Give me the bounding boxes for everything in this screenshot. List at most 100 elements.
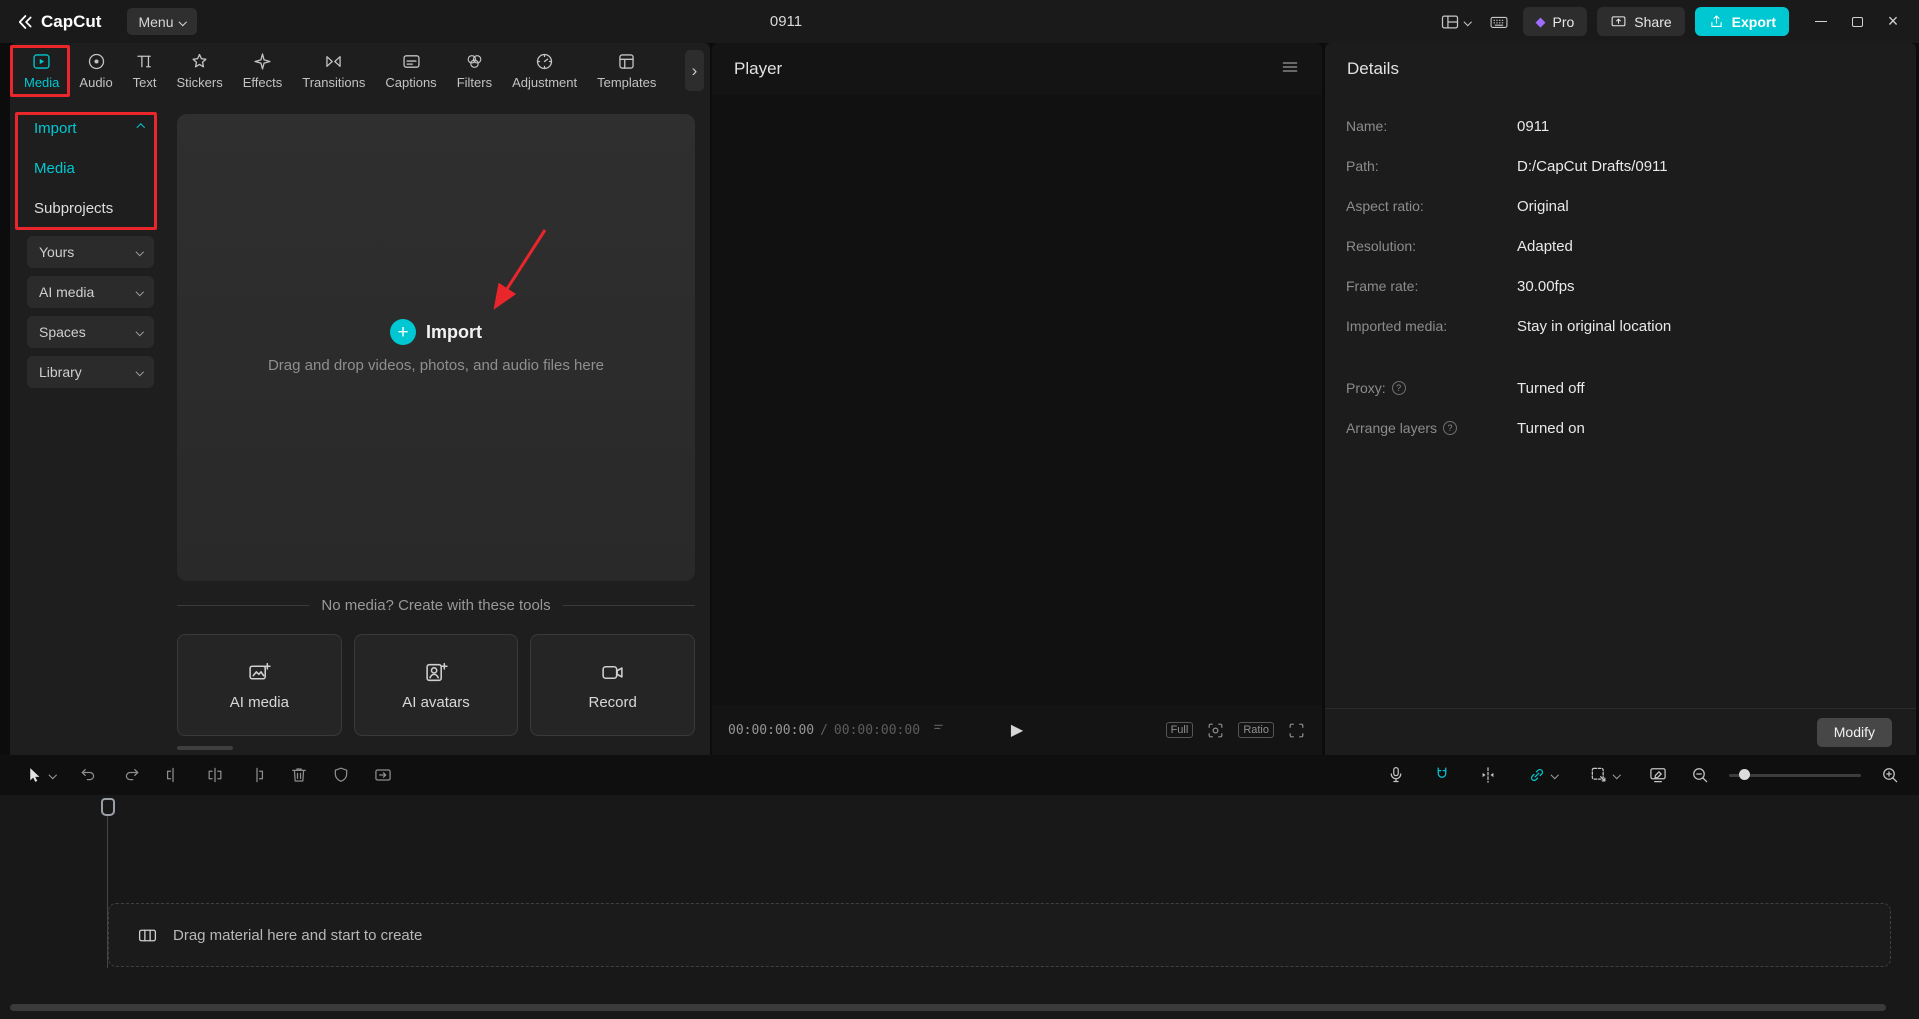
zoom-out-icon	[1693, 768, 1708, 783]
select-tool-button[interactable]	[12, 761, 68, 789]
tool-label: AI media	[229, 693, 289, 711]
zoom-slider-handle[interactable]	[1739, 769, 1750, 780]
menu-button[interactable]: Menu	[127, 8, 197, 35]
detail-value: D:/CapCut Drafts/0911	[1517, 157, 1668, 175]
player-title: Player	[734, 59, 783, 78]
export-label: Export	[1731, 13, 1776, 30]
timeline-scrollbar[interactable]	[10, 1004, 1886, 1011]
chevron-down-icon	[135, 368, 144, 376]
import-dropzone[interactable]: + Import Drag and drop videos, photos, a…	[177, 114, 695, 581]
tab-label: Adjustment	[512, 75, 578, 90]
mask-button[interactable]	[320, 761, 362, 789]
undo-button[interactable]	[68, 761, 110, 789]
tool-label: AI avatars	[402, 693, 470, 711]
tab-captions[interactable]: Captions	[375, 51, 446, 90]
split-icon	[208, 767, 222, 783]
sidebar-group-spaces[interactable]: Spaces	[27, 316, 154, 348]
sidebar-item-label: Subprojects	[34, 199, 114, 217]
magnetic-snap-toggle[interactable]	[1421, 761, 1463, 789]
chevron-down-icon	[135, 328, 144, 336]
delete-button[interactable]	[278, 761, 320, 789]
timeline-zoom-slider[interactable]	[1729, 769, 1861, 780]
sidebar-group-library[interactable]: Library	[27, 356, 154, 388]
detail-label: Proxy: ?	[1346, 380, 1517, 396]
import-button[interactable]: + Import	[177, 319, 695, 345]
record-button[interactable]: Record	[530, 634, 696, 736]
share-button[interactable]: Share	[1597, 7, 1685, 36]
selection-options-icon	[1591, 767, 1606, 782]
tab-templates[interactable]: Templates	[587, 51, 666, 90]
pro-gem-icon: ◆	[1535, 13, 1546, 29]
window-controls: ×	[1803, 7, 1911, 37]
tab-media[interactable]: Media	[14, 51, 69, 90]
ai-media-button[interactable]: AI media	[177, 634, 342, 736]
timeline-area: Drag material here and start to create	[0, 795, 1919, 1019]
sidebar-item-label: Import	[34, 119, 77, 137]
redo-button[interactable]	[110, 761, 152, 789]
sidebar-item-media[interactable]: Media	[10, 148, 160, 188]
magnet-icon	[1437, 767, 1447, 778]
media-scrollbar[interactable]	[177, 746, 233, 750]
play-button[interactable]: ▶	[1011, 720, 1023, 740]
record-camera-icon	[602, 665, 623, 679]
player-menu-button[interactable]	[1280, 57, 1300, 82]
maximize-button[interactable]	[1839, 7, 1875, 37]
tab-label: Filters	[456, 75, 493, 90]
export-button[interactable]: Export	[1694, 7, 1789, 36]
tab-text[interactable]: Text	[123, 51, 167, 90]
fullscreen-icon[interactable]	[1287, 721, 1306, 740]
voiceover-button[interactable]	[1375, 761, 1417, 789]
tab-label: Audio	[79, 75, 113, 90]
edit-cover-button[interactable]	[1637, 761, 1679, 789]
split-left-button[interactable]	[152, 761, 194, 789]
tab-effects[interactable]: Effects	[233, 51, 293, 90]
timeline-drop-target[interactable]: Drag material here and start to create	[108, 903, 1891, 967]
playhead-handle[interactable]	[101, 798, 115, 816]
full-toggle[interactable]: Full	[1165, 722, 1194, 738]
tab-transitions[interactable]: Transitions	[292, 51, 375, 90]
audio-icon	[88, 53, 104, 70]
ratio-toggle[interactable]: Ratio	[1238, 722, 1274, 738]
split-right-button[interactable]	[236, 761, 278, 789]
video-preview[interactable]	[712, 95, 1322, 705]
tab-audio[interactable]: Audio	[69, 51, 122, 90]
tools-divider: No media? Create with these tools	[177, 597, 695, 614]
info-icon[interactable]: ?	[1443, 421, 1458, 435]
tab-adjustment[interactable]: Adjustment	[502, 51, 587, 90]
tab-filters[interactable]: Filters	[447, 51, 502, 90]
focus-icon[interactable]	[1206, 721, 1225, 740]
tab-stickers[interactable]: Stickers	[167, 51, 233, 90]
tab-label: Captions	[385, 75, 437, 90]
sidebar-group-ai-media[interactable]: AI media	[27, 276, 154, 308]
detail-label: Arrange layers ?	[1346, 420, 1517, 436]
timecode-options-icon[interactable]	[932, 720, 947, 740]
close-button[interactable]: ×	[1875, 7, 1911, 37]
modify-label: Modify	[1833, 724, 1875, 740]
split-button[interactable]	[194, 761, 236, 789]
selection-options-button[interactable]	[1575, 761, 1633, 789]
sidebar-item-subprojects[interactable]: Subprojects	[10, 188, 160, 228]
zoom-out-button[interactable]	[1683, 761, 1717, 789]
minimize-button[interactable]	[1803, 7, 1839, 37]
insert-to-track-button[interactable]	[362, 761, 404, 789]
share-label: Share	[1634, 13, 1672, 30]
templates-icon	[619, 54, 634, 69]
pro-button[interactable]: ◆ Pro	[1522, 7, 1588, 36]
linkage-toggle[interactable]	[1513, 761, 1571, 789]
detail-value: Turned on	[1517, 419, 1585, 437]
ai-avatars-button[interactable]: AI avatars	[353, 634, 519, 736]
ribbon-more-button[interactable]: ›	[685, 50, 704, 91]
timeline-toolbar	[0, 755, 1919, 795]
details-panel: Details Name: 0911 Path: D:/CapCut Draft…	[1325, 43, 1916, 755]
info-icon[interactable]: ?	[1391, 381, 1406, 395]
preview-axis-button[interactable]	[1467, 761, 1509, 789]
shortcuts-button[interactable]	[1485, 8, 1513, 36]
zoom-in-button[interactable]	[1873, 761, 1907, 789]
modify-button[interactable]: Modify	[1816, 717, 1892, 747]
capcut-logo: CapCut	[8, 12, 109, 32]
sidebar-item-import[interactable]: Import	[10, 108, 160, 148]
layout-select[interactable]	[1436, 8, 1475, 36]
sidebar-group-yours[interactable]: Yours	[27, 236, 154, 268]
cover-icon	[1650, 768, 1666, 783]
chevron-down-icon	[179, 17, 188, 26]
